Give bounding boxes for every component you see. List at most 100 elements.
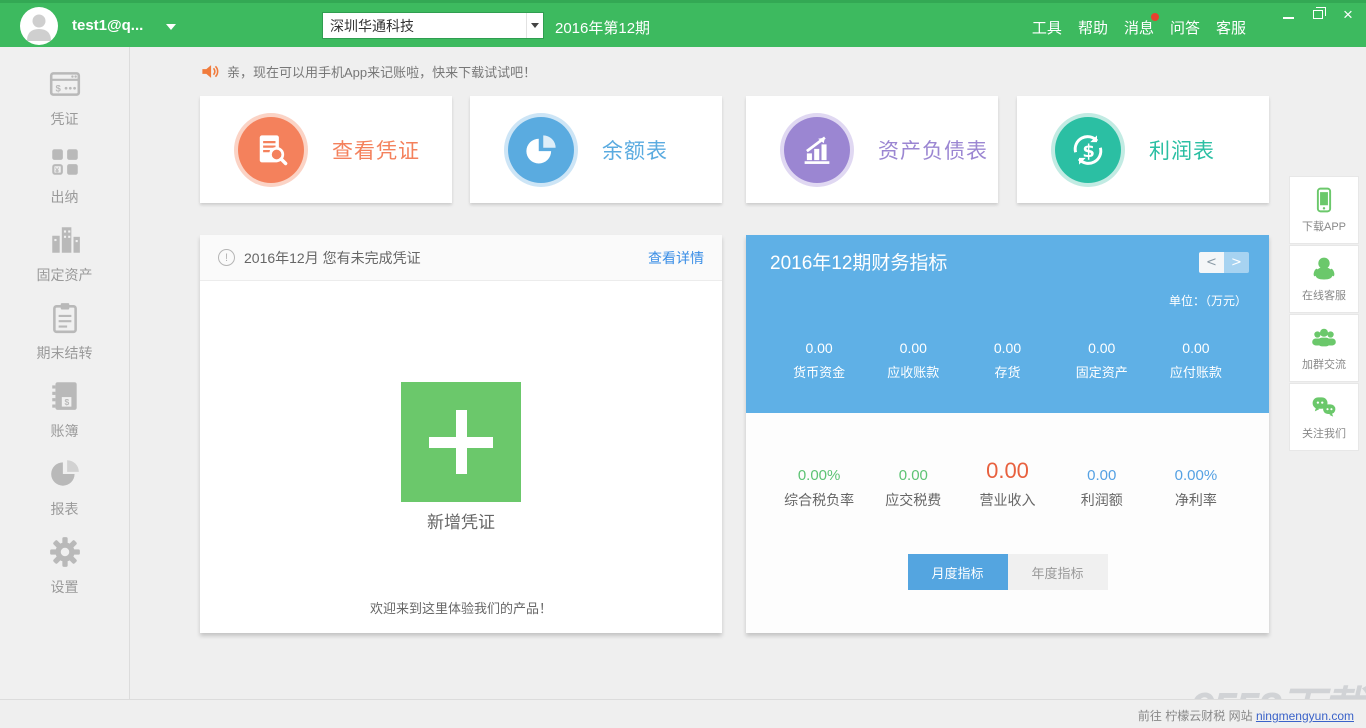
maximize-button[interactable] <box>1308 5 1328 23</box>
minimize-icon <box>1283 17 1294 19</box>
company-select[interactable]: 深圳华通科技 <box>322 12 544 39</box>
qq-icon <box>1310 255 1338 283</box>
welcome-text: 欢迎来到这里体验我们的产品！ <box>200 598 722 617</box>
widget-label: 加群交流 <box>1302 356 1346 372</box>
group-icon <box>1310 324 1338 352</box>
select-arrow-button[interactable] <box>526 13 543 38</box>
menu-support[interactable]: 客服 <box>1216 17 1246 38</box>
avatar[interactable] <box>20 7 58 45</box>
widget-label: 在线客服 <box>1302 287 1346 303</box>
shortcut-label: 余额表 <box>602 135 668 165</box>
window-controls: × <box>1278 5 1358 23</box>
add-voucher-label: 新增凭证 <box>200 508 722 533</box>
sidebar-item-reports[interactable]: 报表 <box>0 457 129 535</box>
top-stats-row: 0.00货币资金 0.00应收账款 0.00存货 0.00固定资产 0.00应付… <box>746 340 1269 381</box>
stat-tax-payable: 0.00应交税费 <box>866 460 960 510</box>
sidebar-item-ledger[interactable]: $ 账簿 <box>0 379 129 457</box>
unit-label: 单位：（万元） <box>1169 292 1247 309</box>
next-period-button[interactable]: > <box>1224 252 1249 273</box>
sidebar-item-settings[interactable]: 设置 <box>0 535 129 613</box>
settings-icon <box>48 535 82 569</box>
menu-tools[interactable]: 工具 <box>1032 17 1062 38</box>
sidebar-item-fixed-assets[interactable]: 固定资产 <box>0 223 129 301</box>
sidebar-item-label: 固定资产 <box>37 265 93 285</box>
stat-inventory: 0.00存货 <box>960 340 1054 381</box>
shortcut-asset-liability[interactable]: 资产负债表 <box>746 96 998 203</box>
stat-tax-burden: 0.00%综合税负率 <box>772 460 866 510</box>
widget-download-app[interactable]: 下载APP <box>1289 176 1359 244</box>
indicators-title: 2016年12期财务指标 <box>770 248 947 275</box>
notice-text: 亲，现在可以用手机App来记账啦，快来下载试试吧！ <box>227 62 536 81</box>
cashier-icon: ¥ <box>48 145 82 179</box>
tab-yearly[interactable]: 年度指标 <box>1008 554 1108 590</box>
select-arrow-icon <box>531 23 539 28</box>
widget-follow-us[interactable]: 关注我们 <box>1289 383 1359 451</box>
stat-fixed-assets: 0.00固定资产 <box>1055 340 1149 381</box>
prev-period-button[interactable]: < <box>1199 252 1224 273</box>
asset-liability-icon <box>784 117 850 183</box>
tab-monthly[interactable]: 月度指标 <box>908 554 1008 590</box>
app-window: test1@q... 深圳华通科技 2016年第12期 工具 帮助 消息 问答 … <box>0 0 1366 728</box>
ledger-icon: $ <box>48 379 82 413</box>
top-menu: 工具 帮助 消息 问答 客服 <box>1032 17 1246 38</box>
shortcut-profit-sheet[interactable]: $ 利润表 <box>1017 96 1269 203</box>
sidebar-item-label: 设置 <box>51 577 79 597</box>
sidebar-item-cashier[interactable]: ¥ 出纳 <box>0 145 129 223</box>
footer-prefix: 前往 柠檬云财税 网站 <box>1138 709 1253 723</box>
info-icon: ! <box>218 249 235 266</box>
stat-net-margin: 0.00%净利率 <box>1149 460 1243 510</box>
username[interactable]: test1@q... <box>72 17 143 34</box>
balance-sheet-icon <box>508 117 574 183</box>
stat-profit: 0.00利润额 <box>1055 460 1149 510</box>
menu-help[interactable]: 帮助 <box>1078 17 1108 38</box>
svg-text:$: $ <box>55 83 61 94</box>
widget-online-service[interactable]: 在线客服 <box>1289 245 1359 313</box>
voucher-icon: $ <box>48 67 82 101</box>
wechat-icon <box>1310 393 1338 421</box>
shortcut-balance-sheet[interactable]: 余额表 <box>470 96 722 203</box>
sidebar-item-label: 报表 <box>51 499 79 519</box>
voucher-panel: ! 2016年12月 您有未完成凭证 查看详情 新增凭证 欢迎来到这里体验我们的… <box>200 235 722 633</box>
bottom-stats-row: 0.00%综合税负率 0.00应交税费 0.00营业收入 0.00利润额 0.0… <box>746 460 1269 510</box>
sidebar-item-label: 出纳 <box>51 187 79 207</box>
stat-revenue: 0.00营业收入 <box>960 460 1054 510</box>
sidebar-item-voucher[interactable]: $ 凭证 <box>0 67 129 145</box>
period-nav: < > <box>1199 252 1249 273</box>
menu-qa[interactable]: 问答 <box>1170 17 1200 38</box>
sidebar-item-label: 账簿 <box>51 421 79 441</box>
reports-icon <box>48 457 82 491</box>
widget-join-group[interactable]: 加群交流 <box>1289 314 1359 382</box>
sidebar-item-period-closing[interactable]: 期末结转 <box>0 301 129 379</box>
minimize-button[interactable] <box>1278 5 1298 23</box>
footer: 前往 柠檬云财税 网站 ningmengyun.com <box>0 699 1366 728</box>
stat-receivables: 0.00应收账款 <box>866 340 960 381</box>
menu-messages[interactable]: 消息 <box>1124 17 1154 38</box>
notice-bar: 亲，现在可以用手机App来记账啦，快来下载试试吧！ <box>200 62 536 81</box>
period-label: 2016年第12期 <box>555 17 650 38</box>
sidebar-item-label: 凭证 <box>51 109 79 129</box>
view-detail-link[interactable]: 查看详情 <box>648 248 704 268</box>
close-button[interactable]: × <box>1338 5 1358 23</box>
stat-cash: 0.00货币资金 <box>772 340 866 381</box>
shortcut-view-voucher[interactable]: 查看凭证 <box>200 96 452 203</box>
user-icon <box>20 7 58 45</box>
company-select-value: 深圳华通科技 <box>323 16 526 36</box>
svg-text:$: $ <box>64 397 69 407</box>
website-link[interactable]: ningmengyun.com <box>1256 709 1354 723</box>
widget-label: 下载APP <box>1302 218 1346 234</box>
notification-badge <box>1151 13 1159 21</box>
svg-text:$: $ <box>1082 140 1095 161</box>
period-closing-icon <box>48 301 82 335</box>
fixed-assets-icon <box>48 223 82 257</box>
widget-label: 关注我们 <box>1302 425 1346 441</box>
chevron-down-icon[interactable] <box>166 24 176 30</box>
topbar: test1@q... 深圳华通科技 2016年第12期 工具 帮助 消息 问答 … <box>0 0 1366 47</box>
view-voucher-icon <box>238 117 304 183</box>
voucher-panel-title: 2016年12月 您有未完成凭证 <box>244 248 648 268</box>
shortcut-label: 资产负债表 <box>878 135 988 165</box>
indicators-header: 2016年12期财务指标 < > 单位：（万元） 0.00货币资金 0.00应收… <box>746 235 1269 413</box>
add-voucher-button[interactable] <box>401 382 521 502</box>
sidebar-item-label: 期末结转 <box>37 343 93 363</box>
plus-icon <box>456 410 467 474</box>
shortcut-label: 查看凭证 <box>332 135 420 165</box>
